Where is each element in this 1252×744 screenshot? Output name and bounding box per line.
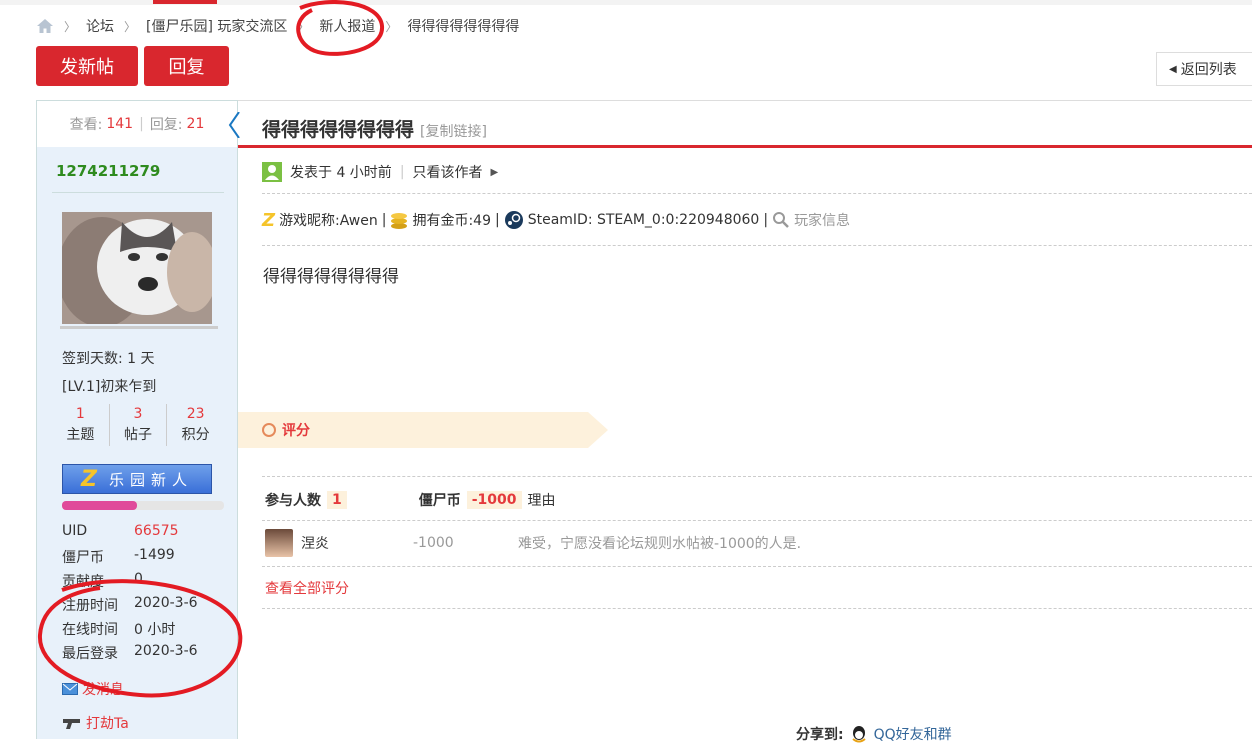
currency-total: -1000 (466, 491, 522, 509)
reason-label: 理由 (527, 493, 556, 509)
dashed-divider (262, 520, 1252, 521)
dashed-divider (262, 608, 1252, 609)
share-bar: 分享到: QQ好友和群 (796, 724, 952, 744)
gold-coins-icon (391, 213, 408, 229)
rater-value: -1000 (413, 535, 454, 551)
meta-divider: | (399, 164, 405, 180)
post-header-border (238, 100, 1252, 101)
caret-right-icon: ▶ (490, 166, 499, 178)
view-all-ratings-link[interactable]: 查看全部评分 (265, 578, 349, 598)
copy-link[interactable]: [复制链接] (420, 124, 487, 140)
post-content: 得得得得得得得得 (263, 267, 399, 287)
post-meta: 发表于 4 小时前 | 只看该作者 ▶ (262, 160, 498, 184)
post-title-text: 得得得得得得得得 (262, 119, 415, 141)
dashed-divider (262, 476, 1252, 477)
post-title: 得得得得得得得得 [复制链接] (262, 115, 487, 142)
z-logo-icon: Z (262, 209, 276, 231)
annotation-overlay (37, 0, 384, 698)
player-info-link[interactable]: 玩家信息 (794, 210, 850, 230)
share-qq-link[interactable]: QQ好友和群 (874, 724, 952, 744)
steam-icon (504, 211, 523, 229)
currency-label: 僵尸币 (418, 493, 461, 509)
annotation-circle-dates (37, 579, 243, 698)
only-author-link[interactable]: 只看该作者 (413, 162, 483, 182)
dashed-divider (262, 193, 1252, 194)
info-divider: | (494, 212, 500, 228)
rating-label: 评分 (262, 420, 310, 440)
post-time: 发表于 4 小时前 (290, 165, 392, 181)
participants-count: 1 (327, 491, 347, 509)
rater-reason: 难受，宁愿没看论坛规则水帖被-1000的人是. (518, 536, 802, 552)
dashed-divider (262, 566, 1252, 567)
title-underline (238, 145, 1252, 148)
player-info-row: Z 游戏昵称:Awen | 拥有金币:49 | SteamID: STEAM_0… (262, 206, 850, 234)
user-online-icon (262, 162, 282, 182)
game-nickname: 游戏昵称:Awen (279, 213, 378, 229)
gold-count: 拥有金币:49 (412, 213, 491, 229)
qq-icon (851, 726, 866, 743)
info-divider: | (381, 212, 387, 228)
share-label: 分享到: (796, 727, 844, 743)
dashed-divider (262, 245, 1252, 246)
search-icon (773, 212, 789, 228)
rating-header: 参与人数 1 僵尸币 -1000 理由 (265, 488, 556, 512)
rater-avatar[interactable] (265, 529, 293, 557)
rating-title: 评分 (282, 423, 310, 439)
info-divider: | (763, 212, 769, 228)
rating-row: 涅炎 -1000 难受，宁愿没看论坛规则水帖被-1000的人是. (265, 528, 801, 558)
steam-id: SteamID: STEAM_0:0:220948060 (527, 212, 760, 228)
annotation-circle-board (296, 0, 384, 56)
rating-circle-icon (262, 423, 276, 437)
participants-label: 参与人数 (265, 493, 321, 509)
rater-name[interactable]: 涅炎 (301, 533, 413, 553)
